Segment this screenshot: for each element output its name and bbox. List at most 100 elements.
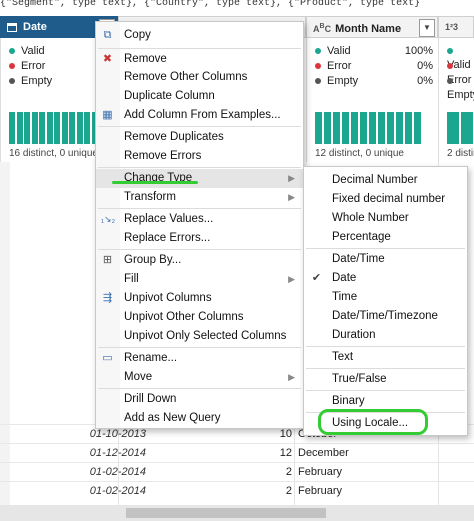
cell-month-name: December <box>298 447 349 459</box>
horizontal-scrollbar[interactable] <box>0 505 474 521</box>
column-header-month-name[interactable]: ABC Month Name ▼ <box>306 16 438 38</box>
replace-icon: ₁↘₂ <box>101 214 116 224</box>
type-item-true-false[interactable]: True/False <box>304 370 467 389</box>
menu-item-label: Fixed decimal number <box>332 193 446 205</box>
menu-item-group-by[interactable]: ⊞ Group By... <box>96 251 303 270</box>
column-profile-year: Valid Error Empty 2 distinct <box>438 38 474 162</box>
menu-item-replace-values[interactable]: ₁↘₂ Replace Values... <box>96 210 303 229</box>
distribution-bar <box>405 112 412 144</box>
column-dropdown-button[interactable]: ▼ <box>419 19 435 37</box>
menu-separator <box>306 248 465 249</box>
distribution-bar <box>24 112 30 144</box>
scrollbar-thumb[interactable] <box>126 508 326 518</box>
menu-item-label: Replace Errors... <box>124 232 211 244</box>
distribution-bar <box>69 112 75 144</box>
distribution-bar <box>396 112 403 144</box>
cell-date: 01-02-2014 <box>89 466 146 478</box>
menu-item-label: Remove Duplicates <box>124 131 224 143</box>
table-row: 01-02-2014 2 February <box>0 481 474 501</box>
menu-item-label: Remove Other Columns <box>124 71 248 83</box>
change-type-submenu: Decimal Number Fixed decimal number Whol… <box>303 166 468 436</box>
chevron-right-icon: ▶ <box>288 192 295 202</box>
type-item-date-time[interactable]: Date/Time <box>304 250 467 269</box>
type-item-whole-number[interactable]: Whole Number <box>304 209 467 228</box>
menu-item-unpivot-columns[interactable]: ⇶ Unpivot Columns <box>96 289 303 308</box>
menu-separator <box>98 167 301 168</box>
profile-valid-row: Valid <box>447 44 471 71</box>
menu-item-label: Duplicate Column <box>124 90 215 102</box>
formula-bar[interactable]: {"Segment", type text}, {"Country", type… <box>0 0 474 10</box>
distribution-bar <box>315 112 322 144</box>
calendar-icon <box>7 22 17 32</box>
profile-label: Valid <box>327 45 351 57</box>
menu-item-label: Replace Values... <box>124 213 214 225</box>
menu-separator <box>98 249 301 250</box>
menu-item-label: Date/Time/Timezone <box>332 310 438 322</box>
menu-item-remove-other-columns[interactable]: Remove Other Columns <box>96 68 303 87</box>
menu-item-transform[interactable]: Transform ▶ <box>96 188 303 207</box>
type-item-text[interactable]: Text <box>304 348 467 367</box>
menu-item-drill-down[interactable]: Drill Down <box>96 390 303 409</box>
menu-item-duplicate-column[interactable]: Duplicate Column <box>96 87 303 106</box>
type-item-date[interactable]: ✔ Date <box>304 269 467 288</box>
type-item-date-time-timezone[interactable]: Date/Time/Timezone <box>304 307 467 326</box>
type-item-duration[interactable]: Duration <box>304 326 467 345</box>
profile-error-row: Error <box>447 59 471 86</box>
error-dot-icon <box>447 63 453 70</box>
distribution-bar <box>46 112 53 144</box>
distribution-bar <box>387 112 394 144</box>
menu-item-fill[interactable]: Fill ▶ <box>96 270 303 289</box>
distribution-bar <box>360 112 367 144</box>
menu-item-remove[interactable]: ✖ Remove <box>96 50 303 69</box>
menu-separator <box>306 346 465 347</box>
menu-item-label: Unpivot Other Columns <box>124 311 244 323</box>
distribution-bar <box>54 112 60 144</box>
menu-separator <box>98 388 301 389</box>
chevron-right-icon: ▶ <box>288 274 295 284</box>
distribution-chart <box>447 112 474 144</box>
group-icon: ⊞ <box>102 254 113 266</box>
menu-item-unpivot-other-columns[interactable]: Unpivot Other Columns <box>96 308 303 327</box>
menu-item-unpivot-only-selected[interactable]: Unpivot Only Selected Columns <box>96 327 303 346</box>
profile-label: Error <box>21 60 46 72</box>
type-item-percentage[interactable]: Percentage <box>304 228 467 247</box>
distribution-bar <box>39 112 45 144</box>
menu-separator <box>98 208 301 209</box>
menu-item-rename[interactable]: ▭ Rename... <box>96 349 303 368</box>
menu-item-label: Drill Down <box>124 393 177 405</box>
menu-item-label: Remove Errors <box>124 150 202 162</box>
menu-item-add-as-new-query[interactable]: Add as New Query <box>96 409 303 428</box>
menu-item-label: Rename... <box>124 352 178 364</box>
valid-dot-icon <box>447 48 453 55</box>
table-row: 01-12-2014 12 December <box>0 443 474 463</box>
column-header-year[interactable]: 1²3 Ye <box>438 16 474 53</box>
menu-item-label: Time <box>332 291 358 303</box>
number-icon: 1²3 <box>445 22 459 32</box>
profile-label: Empty <box>447 89 474 101</box>
valid-dot-icon <box>9 48 15 55</box>
menu-item-add-column-from-examples[interactable]: ▦ Add Column From Examples... <box>96 106 303 125</box>
distinct-count: 16 distinct, 0 unique <box>9 148 98 159</box>
annotation-circle <box>318 409 428 435</box>
profile-label: Empty <box>21 75 53 87</box>
menu-item-change-type[interactable]: Change Type ▶ <box>96 169 303 188</box>
menu-item-remove-duplicates[interactable]: Remove Duplicates <box>96 128 303 147</box>
menu-item-label: Add as New Query <box>124 412 221 424</box>
menu-item-move[interactable]: Move ▶ <box>96 368 303 387</box>
type-item-fixed-decimal[interactable]: Fixed decimal number <box>304 190 467 209</box>
table-add-icon: ▦ <box>102 109 113 121</box>
menu-item-replace-errors[interactable]: Replace Errors... <box>96 229 303 248</box>
distribution-bar <box>16 112 23 144</box>
type-item-time[interactable]: Time <box>304 288 467 307</box>
valid-dot-icon <box>315 48 321 55</box>
menu-item-label: Date/Time <box>332 253 385 265</box>
distribution-bar <box>61 112 68 144</box>
error-percent: 0% <box>417 60 433 72</box>
distribution-chart <box>315 112 425 144</box>
distribution-bar <box>461 112 473 144</box>
menu-item-copy[interactable]: ⧉ Copy <box>96 26 303 45</box>
profile-valid-row: Valid 100% <box>315 44 433 58</box>
profile-label: Valid <box>21 45 45 57</box>
menu-item-remove-errors[interactable]: Remove Errors <box>96 147 303 166</box>
type-item-decimal-number[interactable]: Decimal Number <box>304 171 467 190</box>
